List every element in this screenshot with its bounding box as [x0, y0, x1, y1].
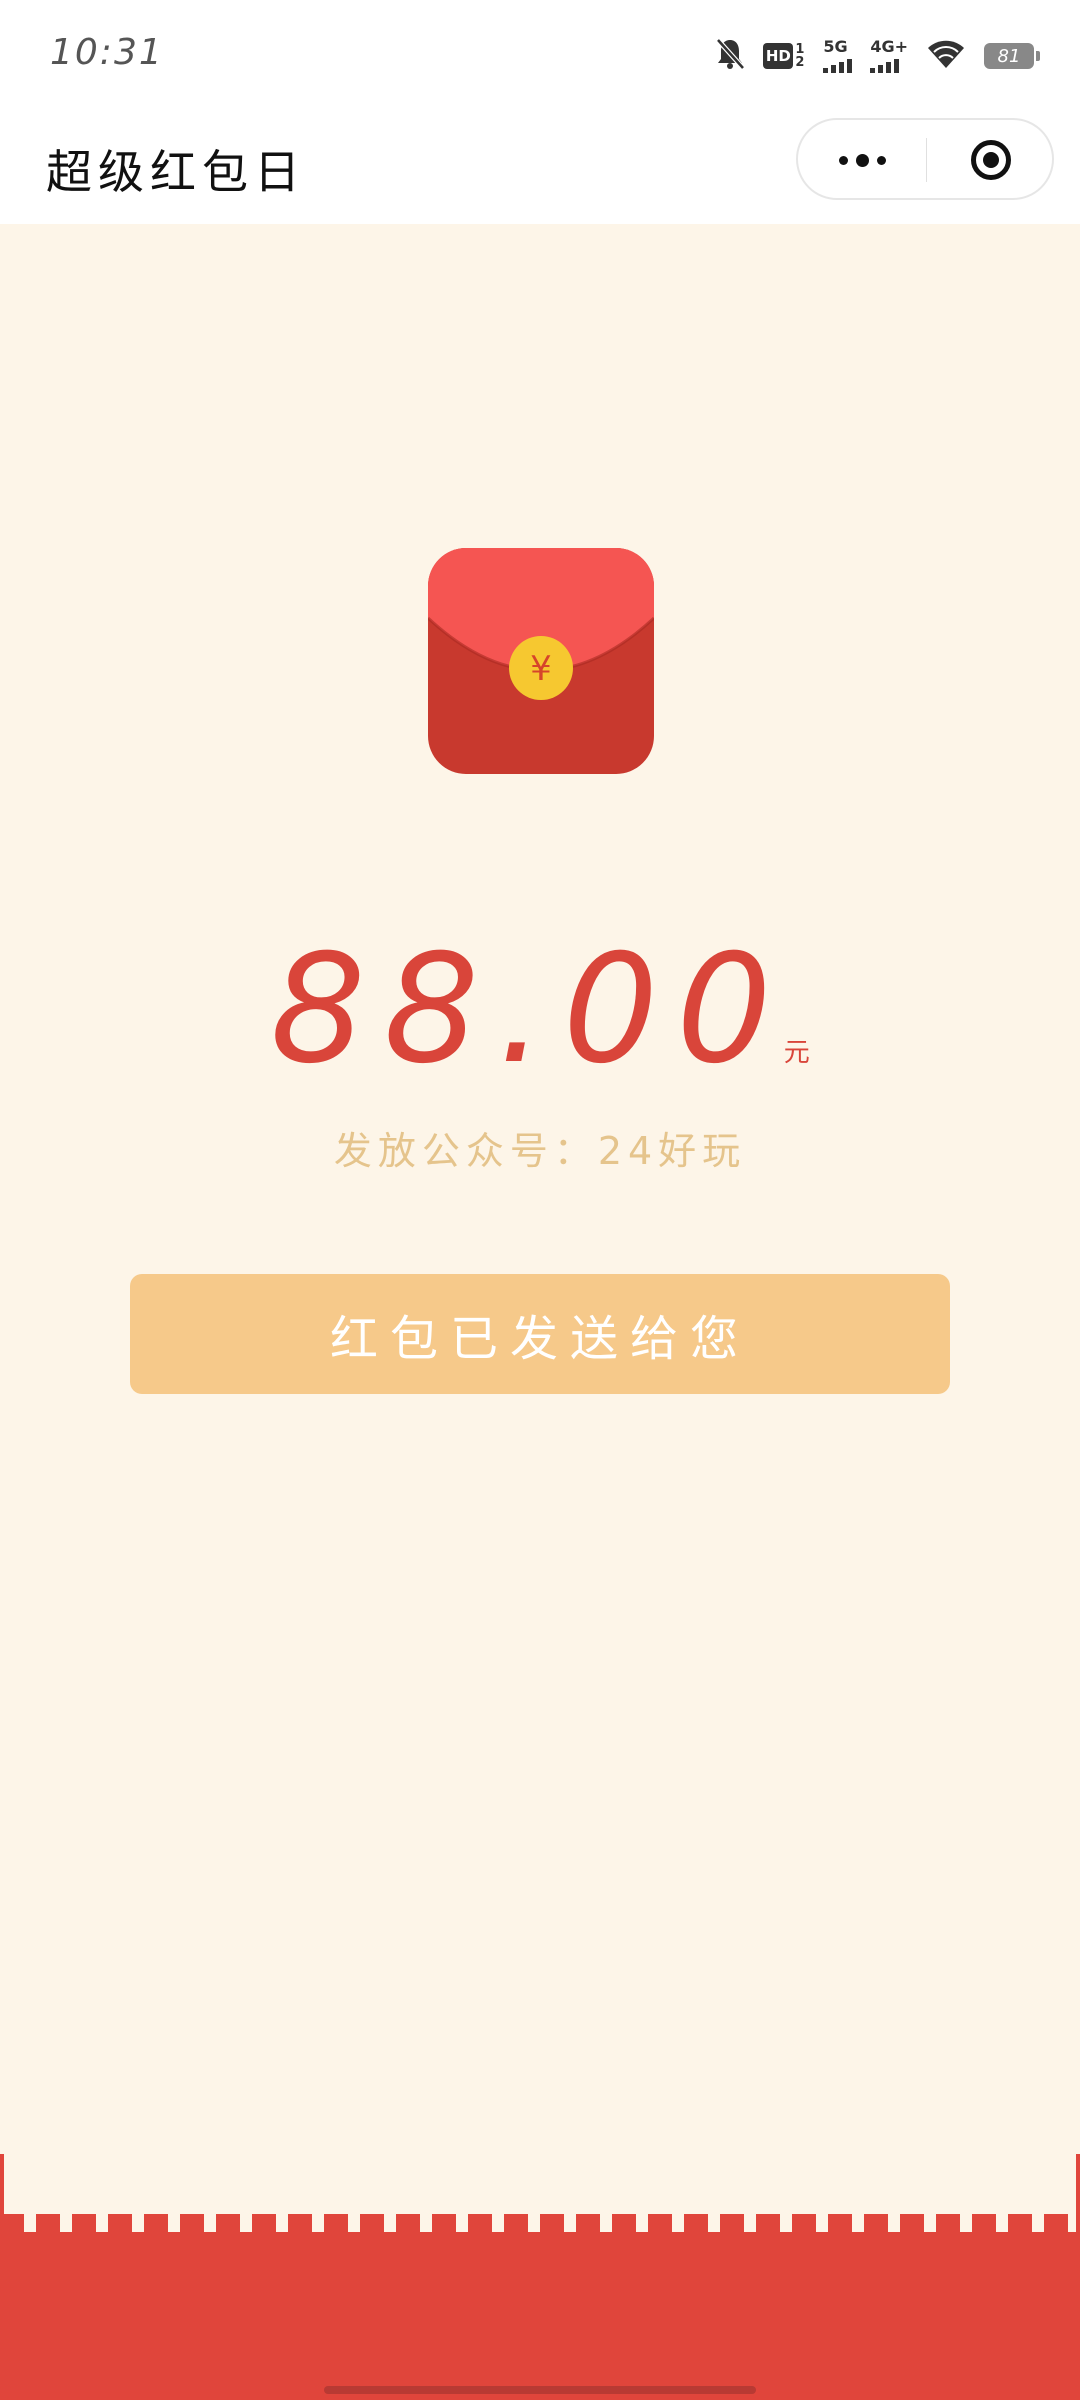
footer-scallop: [0, 2214, 1080, 2234]
red-envelope-icon: ¥: [428, 548, 654, 774]
close-button[interactable]: [927, 120, 1054, 200]
bell-muted-icon: [715, 37, 746, 75]
amount-row: 88.00元: [0, 930, 1080, 1090]
wifi-icon: [926, 38, 966, 74]
battery-icon: 81: [984, 43, 1040, 69]
amount-value: 88.00: [270, 923, 790, 1097]
more-dots-icon: [855, 153, 869, 167]
close-target-icon: [970, 140, 1011, 180]
footer-band: [0, 2232, 1080, 2400]
hd-icon: HD 1 2: [763, 43, 805, 69]
signal-5g-icon: 5G: [823, 39, 853, 73]
nav-bar: 超级红包日: [0, 112, 1080, 224]
envelope-sent-button[interactable]: 红包已发送给您: [130, 1274, 950, 1394]
status-time: 10:31: [50, 32, 164, 73]
page-title: 超级红包日: [46, 145, 306, 199]
main-content: ¥ 88.00元 发放公众号：24好玩 红包已发送给您: [0, 224, 1080, 2400]
yuan-symbol: ¥: [530, 649, 552, 689]
mini-program-capsule: [796, 118, 1054, 200]
status-icons: HD 1 2 5G 4G+ 81: [715, 34, 1040, 78]
status-bar: 10:31 HD 1 2 5G 4G+ 81: [0, 0, 1080, 112]
amount-unit: 元: [783, 1038, 810, 1068]
source-text: 发放公众号：24好玩: [333, 1129, 747, 1173]
more-button[interactable]: [798, 120, 926, 200]
home-indicator[interactable]: [324, 2386, 756, 2394]
signal-4g-icon: 4G+: [870, 39, 908, 73]
